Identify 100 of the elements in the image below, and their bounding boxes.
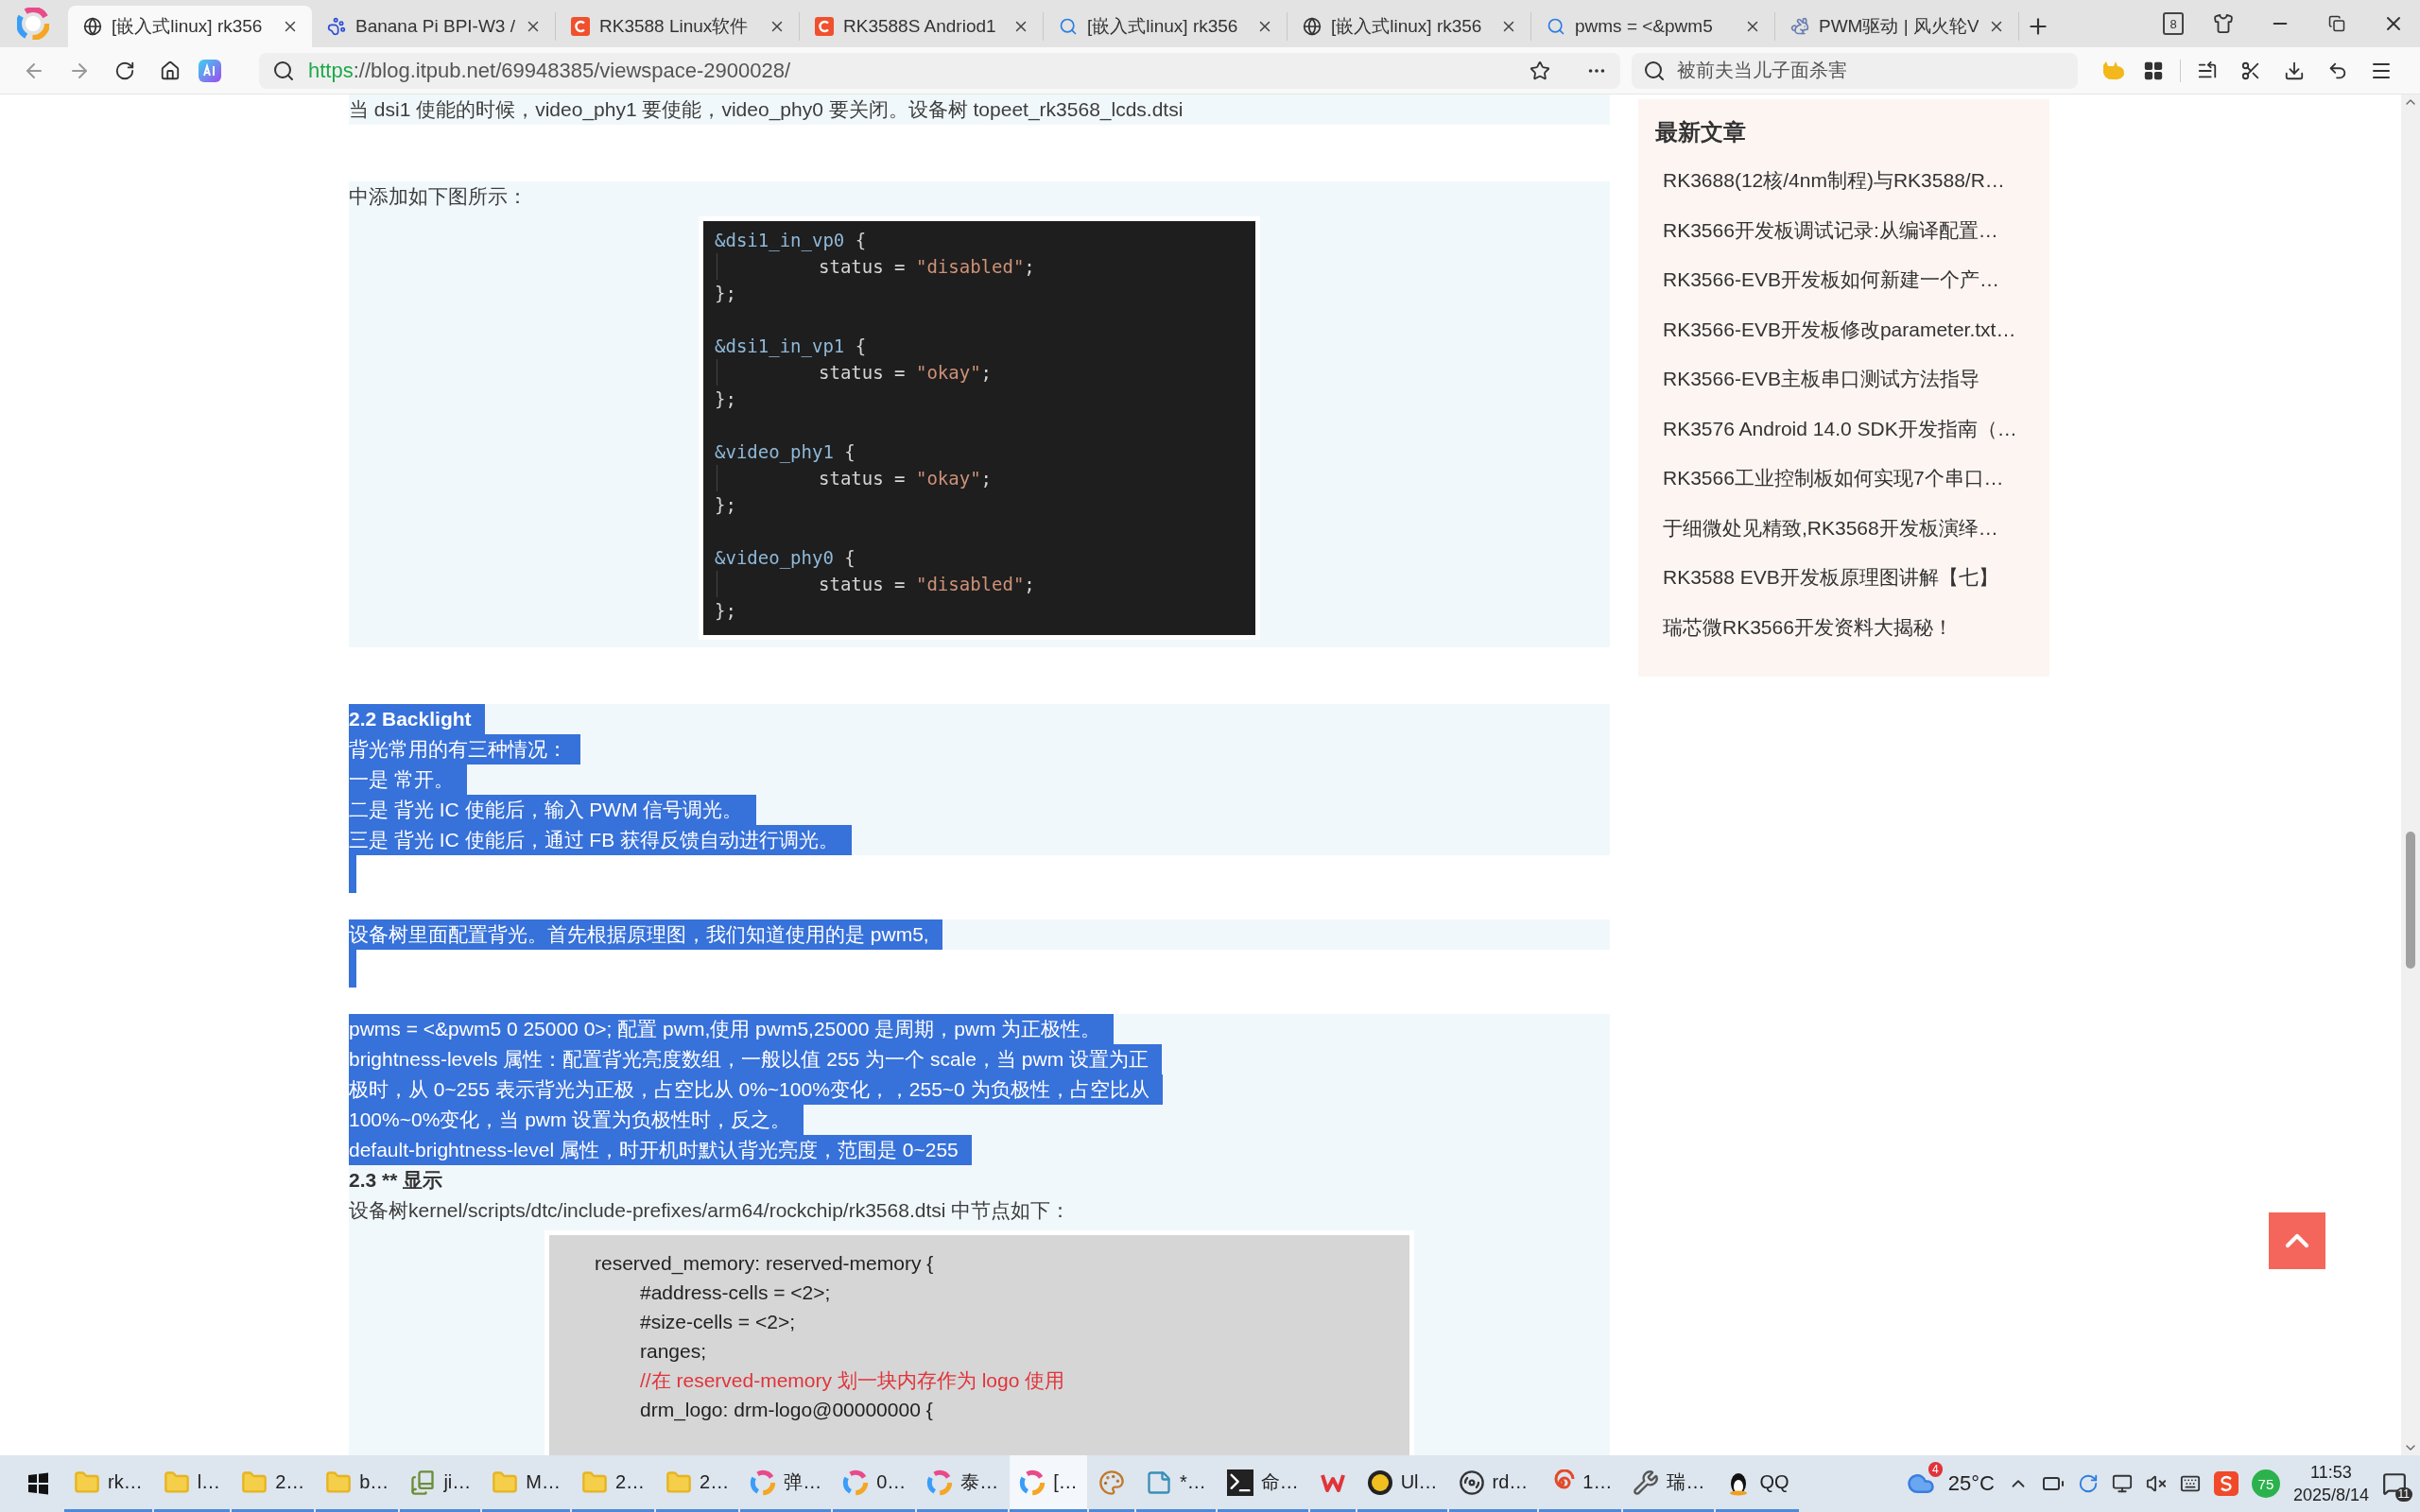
books-icon [409, 1469, 437, 1496]
home-icon[interactable] [160, 60, 181, 81]
scissors-icon[interactable] [2240, 60, 2261, 81]
code-line: ranges; [639, 1339, 708, 1364]
taskbar-app[interactable]: QQ [1716, 1455, 1799, 1512]
restore-icon[interactable] [2328, 15, 2345, 32]
taskbar-app[interactable]: 2… [232, 1455, 315, 1512]
bookmark-star-icon[interactable] [1530, 60, 1550, 81]
browser-tab[interactable]: Banana Pi BPI-W3 / [312, 12, 556, 41]
article-link[interactable]: RK3566工业控制板如何实现7个串口… [1638, 454, 2049, 504]
count-badge: 4 [1928, 1462, 1943, 1477]
scrollbar-thumb[interactable] [2406, 832, 2415, 969]
taskbar-app[interactable]: ji… [400, 1455, 481, 1512]
code-line: status = "disabled"; [715, 571, 1242, 597]
browser-tab[interactable]: PWM驱动 | 风火轮V [1775, 12, 2019, 41]
code-line: }; [715, 387, 737, 411]
reload-icon[interactable] [114, 60, 135, 81]
code-comment: //在 reserved-memory 划一块内存作为 logo 使用 [639, 1368, 1066, 1393]
taskbar-app[interactable]: 弹… [740, 1455, 832, 1512]
paragraph-text: pwms = <&pwm5 0 25000 0>; 配置 pwm,使用 pwm5,25000 是周期，pwm 为正极性。 [349, 1014, 1115, 1044]
search-icon [1547, 17, 1565, 36]
article-link[interactable]: RK3566-EVB主板串口测试方法指导 [1638, 354, 2049, 404]
network-icon[interactable] [2111, 1473, 2133, 1494]
taskbar-app[interactable]: 0… [833, 1455, 916, 1512]
code-line: status = "okay"; [715, 359, 1242, 386]
wrench-icon [1633, 1469, 1660, 1496]
ai-icon[interactable] [199, 59, 221, 82]
search-icon [272, 59, 295, 82]
code-line: }; [715, 282, 737, 305]
article-link[interactable]: RK3566-EVB开发板修改parameter.txt… [1638, 304, 2049, 354]
section-heading: 2.3 ** 显示 [349, 1168, 443, 1193]
article-link[interactable]: 瑞芯微RK3566开发资料大揭秘！ [1638, 602, 2049, 652]
folder-icon [580, 1469, 608, 1496]
search-field[interactable]: 被前夫当儿子面杀害 [1632, 52, 2078, 89]
browser-icon [842, 1469, 870, 1496]
input-method-icon[interactable] [2179, 1473, 2201, 1494]
back-to-top-button[interactable] [2269, 1212, 2325, 1269]
code-line: }; [715, 599, 737, 623]
browser-tab[interactable]: [嵌入式linux] rk356 [1288, 12, 1531, 41]
paw-icon [327, 17, 346, 36]
taskbar-app[interactable]: *… [1135, 1455, 1216, 1512]
taskbar-app[interactable]: Ul… [1357, 1455, 1447, 1512]
browser-tab[interactable]: [嵌入式linux] rk356 [68, 6, 312, 47]
article-link[interactable]: RK3588 EVB开发板原理图讲解【七】 [1638, 553, 2049, 603]
paragraph-text: brightness-levels 属性：配置背光亮度数组，一般以值 255 为一个 scale，当 pwm 设置为正 [349, 1044, 1162, 1074]
disc-icon [1458, 1469, 1485, 1496]
section-heading: 2.2 Backlight [349, 704, 485, 734]
taskbar-app[interactable]: 命… [1217, 1455, 1308, 1512]
taskbar-app[interactable]: 瑞… [1623, 1455, 1715, 1512]
article-link[interactable]: RK3576 Android 14.0 SDK开发指南（… [1638, 404, 2049, 454]
address-field[interactable]: https://blog.itpub.net/69948385/viewspace-2900028/ [259, 52, 1620, 89]
notepad-icon [1145, 1469, 1172, 1496]
taskbar-app[interactable]: 2… [656, 1455, 739, 1512]
shirt-icon[interactable] [2213, 13, 2234, 34]
c-logo-icon [815, 17, 834, 36]
browser-tab[interactable]: pwms = <&pwm5 [1531, 12, 1775, 41]
sync-icon[interactable] [2077, 1473, 2099, 1494]
taskbar-app[interactable]: rk… [64, 1455, 152, 1512]
globe-icon [1303, 17, 1322, 36]
code-line: &video_phy0 { [715, 546, 856, 571]
browser-icon [750, 1469, 777, 1496]
grid-icon[interactable] [2143, 60, 2164, 81]
count-badge: 11 [2394, 1487, 2412, 1502]
article-link[interactable]: RK3566-EVB开发板如何新建一个产… [1638, 255, 2049, 305]
browser-tab[interactable]: [嵌入式linux] rk356 [1044, 12, 1288, 41]
taskbar-app[interactable]: b… [316, 1455, 399, 1512]
taskbar-app[interactable]: 1… [1539, 1455, 1622, 1512]
search-icon [1643, 59, 1666, 82]
rabbit-icon [1790, 17, 1809, 36]
paragraph-text: 一是 常开。 [349, 765, 467, 795]
clock[interactable]: 11:53 2025/8/14 [2292, 1461, 2369, 1506]
browser-tab[interactable]: RK3588S Andriod1 [800, 12, 1044, 41]
paragraph-text: 背光常用的有三种情况： [349, 734, 580, 765]
browser-logo-icon[interactable] [17, 8, 49, 40]
article-link[interactable]: RK3566开发板调试记录:从编译配置… [1638, 205, 2049, 255]
paragraph-text: 中添加如下图所示： [349, 184, 527, 209]
sidebar-title: 最新文章 [1654, 118, 1747, 146]
taskbar-app[interactable]: rd… [1448, 1455, 1538, 1512]
article-link[interactable]: 于细微处见精致,RK3568开发板演绎… [1638, 503, 2049, 553]
scrollbar[interactable] [2401, 94, 2420, 1455]
taskbar-app[interactable]: l… [153, 1455, 231, 1512]
code-line: #address-cells = <2>; [639, 1280, 832, 1305]
paragraph-text: 100%~0%变化，当 pwm 设置为负极性时，反之。 [349, 1105, 804, 1135]
folder-icon [492, 1469, 519, 1496]
tab-count[interactable]: 8 [2163, 12, 2184, 35]
volume-muted-icon[interactable] [2145, 1473, 2167, 1494]
paragraph-text: 当 dsi1 使能的时候，video_phy1 要使能，video_phy0 要关闭。设备树 topeet_rk3568_lcds.dtsi [349, 97, 1184, 123]
code-line: }; [715, 493, 737, 517]
article-link[interactable]: RK3688(12核/4nm制程)与RK3588/R… [1638, 156, 2049, 206]
browser-tab[interactable]: RK3588 Linux软件 [556, 12, 800, 41]
taskbar-app[interactable]: M… [482, 1455, 570, 1512]
code-line: &video_phy1 { [715, 440, 856, 465]
taskbar-app[interactable]: 2… [571, 1455, 655, 1512]
taskbar-app[interactable]: 泰… [917, 1455, 1009, 1512]
folder-icon [74, 1469, 100, 1496]
browser-icon [926, 1469, 954, 1496]
taskbar-app[interactable]: [… [1010, 1455, 1087, 1512]
s-logo-icon[interactable] [2213, 1471, 2238, 1496]
code-line: reserved_memory: reserved-memory { [595, 1251, 935, 1277]
download-icon[interactable] [2284, 60, 2305, 81]
